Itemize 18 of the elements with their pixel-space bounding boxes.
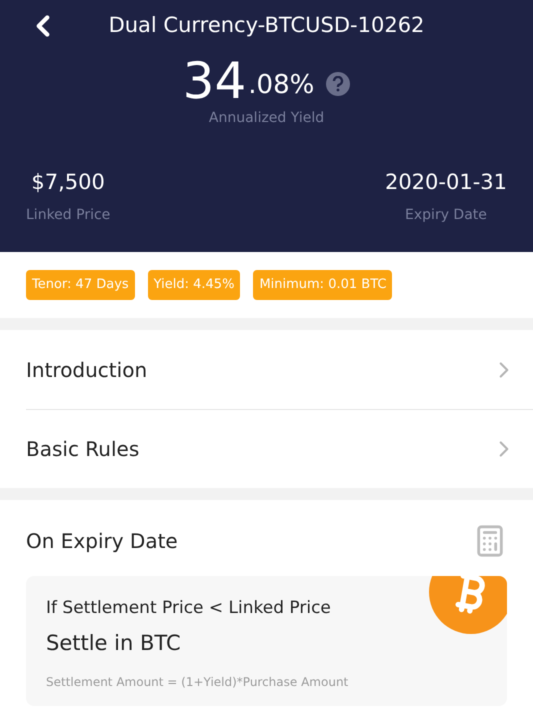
yield-value: 34 — [182, 54, 246, 108]
stat-label: Linked Price — [26, 206, 110, 224]
section-title: On Expiry Date — [26, 528, 178, 555]
info-tag: Yield: 4.45% — [148, 270, 240, 300]
info-tag: Tenor: 47 Days — [26, 270, 135, 300]
menu-row[interactable]: Basic Rules — [26, 409, 533, 488]
stat-label: Expiry Date — [405, 206, 487, 224]
stat-value: $7,500 — [31, 169, 105, 196]
menu-row[interactable]: Introduction — [26, 330, 533, 409]
formula-text: Settlement Amount = (1+Yield)*Purchase Amount — [46, 674, 350, 691]
info-tag: Minimum: 0.01 BTC — [253, 270, 392, 300]
result-text: Settle in BTC — [46, 630, 182, 656]
yield-fraction: .08% — [248, 69, 314, 102]
stat-value: 2020-01-31 — [384, 169, 507, 196]
yield-label: Annualized Yield — [208, 109, 324, 128]
help-icon[interactable] — [326, 72, 350, 96]
condition-text: If Settlement Price < Linked Price — [46, 597, 332, 620]
page-title: Dual Currency-BTCUSD-10262 — [108, 12, 424, 40]
